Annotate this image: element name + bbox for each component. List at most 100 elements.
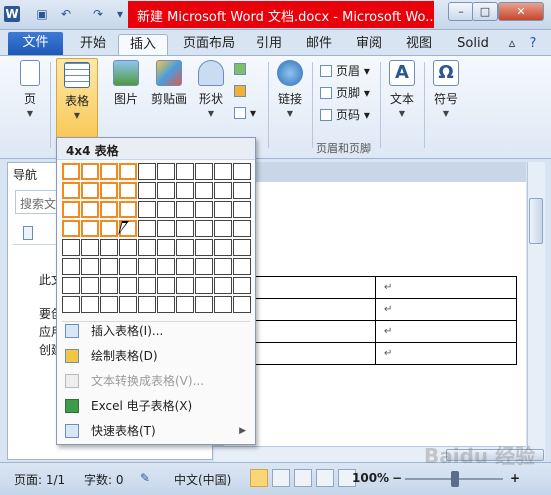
- language-status[interactable]: 中文(中国): [174, 471, 231, 488]
- vertical-scroll-thumb[interactable]: [529, 198, 543, 244]
- table-grid-cell[interactable]: [100, 258, 118, 275]
- collapse-ribbon-icon[interactable]: ▵: [505, 34, 519, 55]
- table-grid-cell[interactable]: [119, 277, 137, 294]
- tab-references[interactable]: 引用: [248, 34, 290, 55]
- excel-spreadsheet-menu-item[interactable]: Excel 电子表格(X): [58, 394, 254, 418]
- table-grid-cell[interactable]: [138, 220, 156, 237]
- tab-mailings[interactable]: 邮件: [298, 34, 340, 55]
- tab-home[interactable]: 开始: [72, 34, 114, 55]
- table-grid-cell[interactable]: [81, 163, 99, 180]
- table-grid-cell[interactable]: [119, 296, 137, 313]
- table-grid-cell[interactable]: [157, 220, 175, 237]
- table-grid-cell[interactable]: [81, 201, 99, 218]
- link-button[interactable]: 链接 ▼: [274, 60, 306, 118]
- table-grid-cell[interactable]: [62, 296, 80, 313]
- draw-table-menu-item[interactable]: 绘制表格(D): [58, 344, 254, 368]
- table-grid-cell[interactable]: [157, 258, 175, 275]
- table-grid-cell[interactable]: [157, 277, 175, 294]
- cell-mark[interactable]: ↵: [375, 320, 517, 343]
- full-screen-view-icon[interactable]: [272, 469, 290, 487]
- table-grid-cell[interactable]: [62, 220, 80, 237]
- table-grid-cell[interactable]: [233, 258, 251, 275]
- text-button[interactable]: A 文本 ▼: [386, 60, 418, 118]
- outline-view-icon[interactable]: [316, 469, 334, 487]
- table-grid-cell[interactable]: [233, 239, 251, 256]
- table-grid-cell[interactable]: [62, 277, 80, 294]
- table-grid-cell[interactable]: [100, 182, 118, 199]
- word-count[interactable]: 字数: 0: [84, 471, 124, 488]
- table-grid-cell[interactable]: [62, 258, 80, 275]
- zoom-in-button[interactable]: +: [510, 471, 520, 485]
- help-icon[interactable]: ?: [524, 34, 542, 55]
- insert-table-menu-item[interactable]: 插入表格(I)...: [58, 319, 254, 343]
- table-grid-cell[interactable]: [233, 201, 251, 218]
- table-grid-cell[interactable]: [214, 182, 232, 199]
- zoom-level[interactable]: 100%: [352, 471, 389, 485]
- print-layout-view-icon[interactable]: [250, 469, 268, 487]
- table-grid-cell[interactable]: [81, 277, 99, 294]
- tab-file[interactable]: 文件: [8, 32, 63, 55]
- maximize-button[interactable]: □: [472, 2, 498, 21]
- page-number-button[interactable]: 页码 ▾: [320, 106, 370, 123]
- table-grid-cell[interactable]: [176, 277, 194, 294]
- table-grid-cell[interactable]: [138, 182, 156, 199]
- tab-page-layout[interactable]: 页面布局: [176, 34, 242, 55]
- save-icon[interactable]: ▣: [34, 6, 50, 22]
- table-grid-cell[interactable]: [195, 296, 213, 313]
- table-grid-cell[interactable]: [233, 296, 251, 313]
- table-grid-cell[interactable]: [81, 296, 99, 313]
- table-grid-cell[interactable]: [100, 296, 118, 313]
- table-grid-cell[interactable]: [176, 182, 194, 199]
- table-grid-cell[interactable]: [62, 239, 80, 256]
- table-grid-cell[interactable]: [100, 201, 118, 218]
- table-grid-cell[interactable]: [62, 163, 80, 180]
- table-grid-cell[interactable]: [100, 277, 118, 294]
- undo-icon[interactable]: ↶: [58, 6, 74, 22]
- table-grid-cell[interactable]: [233, 182, 251, 199]
- table-grid-cell[interactable]: [233, 277, 251, 294]
- page-count[interactable]: 页面: 1/1: [14, 471, 65, 488]
- table-grid-cell[interactable]: [195, 239, 213, 256]
- table-grid-cell[interactable]: [81, 239, 99, 256]
- table-grid-cell[interactable]: [233, 220, 251, 237]
- close-button[interactable]: ✕: [498, 2, 544, 21]
- table-grid-cell[interactable]: [176, 163, 194, 180]
- picture-button[interactable]: 图片: [108, 60, 144, 107]
- table-grid-cell[interactable]: [176, 258, 194, 275]
- screenshot-icon[interactable]: ▾: [234, 106, 256, 120]
- table-grid-cell[interactable]: [138, 239, 156, 256]
- table-grid-cell[interactable]: [195, 201, 213, 218]
- header-button[interactable]: 页眉 ▾: [320, 62, 370, 79]
- cell-mark[interactable]: ↵: [375, 298, 517, 321]
- table-grid-cell[interactable]: [138, 201, 156, 218]
- table-grid-cell[interactable]: [138, 163, 156, 180]
- table-grid-cell[interactable]: [157, 201, 175, 218]
- table-grid-cell[interactable]: [81, 220, 99, 237]
- table-grid-cell[interactable]: [119, 163, 137, 180]
- table-grid-cell[interactable]: [214, 277, 232, 294]
- table-grid-cell[interactable]: [100, 163, 118, 180]
- table-grid-cell[interactable]: [195, 163, 213, 180]
- tab-solid[interactable]: Solid: [448, 34, 498, 55]
- proofing-icon[interactable]: ✎: [140, 471, 150, 485]
- quick-tables-menu-item[interactable]: 快速表格(T) ▶: [58, 419, 254, 443]
- table-grid-cell[interactable]: [157, 182, 175, 199]
- chart-icon[interactable]: [234, 84, 250, 98]
- minimize-button[interactable]: –: [448, 2, 474, 21]
- smartart-icon[interactable]: [234, 62, 250, 76]
- cell-mark[interactable]: ↵: [375, 276, 517, 299]
- table-grid-cell[interactable]: [100, 239, 118, 256]
- page-button[interactable]: 页 ▼: [14, 60, 46, 118]
- tab-review[interactable]: 审阅: [348, 34, 390, 55]
- tab-insert[interactable]: 插入: [118, 34, 168, 55]
- zoom-slider-thumb[interactable]: [451, 471, 459, 487]
- table-grid-cell[interactable]: [157, 239, 175, 256]
- table-grid-cell[interactable]: [138, 296, 156, 313]
- tab-view[interactable]: 视图: [398, 34, 440, 55]
- shapes-button[interactable]: 形状 ▼: [194, 60, 228, 118]
- customize-quick-access-icon[interactable]: ▾: [112, 6, 128, 22]
- table-grid-cell[interactable]: [62, 201, 80, 218]
- table-button[interactable]: 表格 ▼: [56, 58, 98, 138]
- table-grid-cell[interactable]: [119, 239, 137, 256]
- web-layout-view-icon[interactable]: [294, 469, 312, 487]
